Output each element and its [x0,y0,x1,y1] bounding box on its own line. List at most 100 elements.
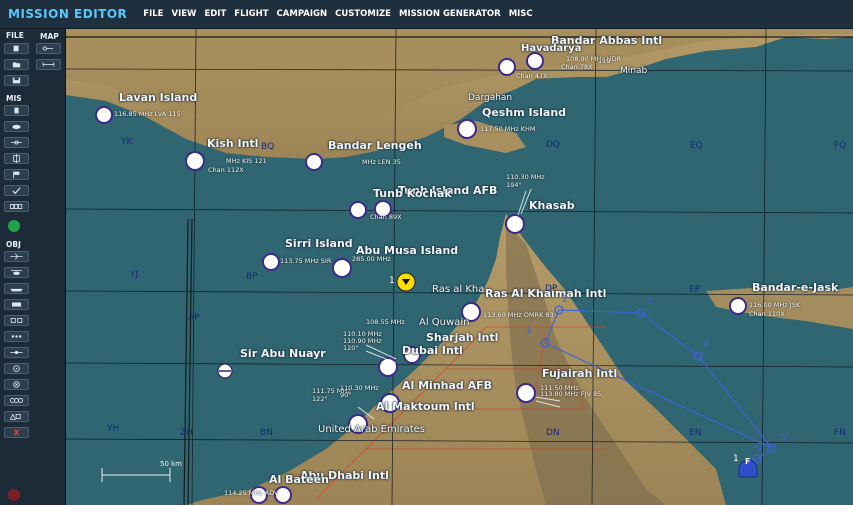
freq-ras-al-khaimah: 113.60 MHz OMRK 83 [483,311,554,319]
add-aircraft-button[interactable] [4,251,29,262]
menu-edit[interactable]: EDIT [204,9,226,19]
menu-customize[interactable]: CUSTOMIZE [335,9,391,19]
label-qeshm: Qeshm Island [482,106,567,119]
label-dargahan: Dargahan [468,93,513,103]
shapes-icon [9,413,21,420]
freq-minhad-deg: 122° [312,395,328,403]
label-umm-al-quwain: Al Quwain [419,317,470,328]
zones-button[interactable] [4,153,29,164]
flag-button[interactable] [4,169,29,180]
flight-number: 1 [733,454,739,464]
waypoint-1[interactable]: 1 [526,326,532,336]
add-group-button[interactable] [4,331,29,342]
checklist-button[interactable] [4,185,29,196]
new-file-button[interactable] [4,43,29,54]
map-view[interactable]: Bandar Abbas Intl Havadarya 108.90 MHz H… [66,29,853,505]
grid-en: EN [689,428,702,438]
label-bandar-jask: Bandar-e-Jask [752,281,839,294]
aircraft-icon [10,253,23,260]
grid-yh: YH [107,424,120,434]
freq-tunb-deg: 194° [506,181,522,189]
menu-flight[interactable]: FLIGHT [234,9,268,19]
grid-yk: YK [121,137,133,147]
static-object-icon [10,318,23,323]
flight-marker-label[interactable]: F [745,457,750,466]
folder-icon [12,62,21,68]
tool-sidebar: FILE MAP MIS OBJ [0,29,66,505]
freq-bandar-abbas-chan: Chan 78X [561,63,593,71]
mission-briefing-button[interactable] [4,105,29,116]
add-helicopter-button[interactable] [4,267,29,278]
obj-section-label: OBJ [6,240,21,249]
file-section-label: FILE [6,31,24,40]
waypoint-0[interactable]: 0 [756,444,762,454]
add-target-button[interactable] [4,363,29,374]
ruler-icon [42,62,55,67]
triple-circle-icon [9,398,24,403]
open-file-button[interactable] [4,59,29,70]
add-circle-zone-button[interactable] [4,379,29,390]
label-kish: Kish Intl [207,137,259,150]
map-section-label: MAP [40,32,59,41]
menu-view[interactable]: VIEW [172,9,197,19]
freq-chan47: Chan 47X [516,72,548,80]
target-box-icon [13,154,20,163]
label-minab: Minab [620,66,648,76]
grid-fq: FQ [834,141,847,151]
grid-dq: DQ [546,140,561,150]
waypoint-2[interactable]: 2 [562,295,568,305]
ship-icon [10,288,23,292]
grid-dp: DP [545,284,558,294]
play-icon[interactable] [8,220,20,232]
add-poly-zone-button[interactable] [4,395,29,406]
freq-jask: 116.00 MHz JSK [749,301,801,309]
check-icon [12,187,21,195]
menu-misc[interactable]: MISC [509,9,533,19]
label-al-maktoum: Al Maktoum Intl [376,400,475,413]
airfield-icon [10,350,23,355]
add-static-button[interactable] [4,315,29,326]
new-file-icon [13,45,19,52]
power-icon[interactable] [8,489,20,501]
freq-abu-dhabi: 114.25 MHz ADV [224,489,279,497]
label-sirri: Sirri Island [285,237,353,250]
waypoint-3[interactable]: 3 [646,297,652,307]
freq-fujairah-2: 113.80 MHz FJV 85 [540,390,602,398]
save-icon [12,77,21,84]
scale-label: 50 km [160,460,183,468]
map-key-button[interactable] [36,43,61,54]
grid-ep: EP [689,285,701,295]
add-shapes-button[interactable] [4,411,29,422]
waypoint-5[interactable]: 5 [780,433,786,443]
helicopter-icon [11,270,22,275]
label-havadarya: Havadarya [521,43,582,54]
flag-icon [13,171,20,179]
freq-qeshm: 117.50 MHz KHM [480,125,536,133]
freq-tunb-chan: Chan 89X [370,213,402,221]
label-khasab: Khasab [529,199,575,212]
add-airfield-button[interactable] [4,347,29,358]
waypoint-label: 1 [389,276,395,286]
grid-yj: YJ [130,270,139,280]
document-icon [14,107,19,114]
menu-mission-generator[interactable]: MISSION GENERATOR [399,9,501,19]
target-icon [13,365,20,372]
triggers-button[interactable] [4,137,29,148]
menu-file[interactable]: FILE [143,9,163,19]
freq-kish: MHz KIS 121 [226,157,267,165]
grid-button[interactable] [4,201,29,212]
weather-button[interactable] [4,121,29,132]
label-lavan: Lavan Island [119,91,198,104]
map-measure-button[interactable] [36,59,61,70]
waypoint-4[interactable]: 4 [703,340,709,350]
save-file-button[interactable] [4,75,29,86]
group-icon [11,335,22,338]
add-ship-button[interactable] [4,283,29,294]
label-al-minhad: Al Minhad AFB [402,379,493,392]
delete-x-icon [13,429,20,436]
freq-sirri: 113.75 MHz SIR [280,257,332,265]
delete-button[interactable] [4,427,29,438]
freq-minhad-mhz-2: 110.30 MHz [340,384,379,392]
menu-campaign[interactable]: CAMPAIGN [277,9,328,19]
add-vehicle-button[interactable] [4,299,29,310]
